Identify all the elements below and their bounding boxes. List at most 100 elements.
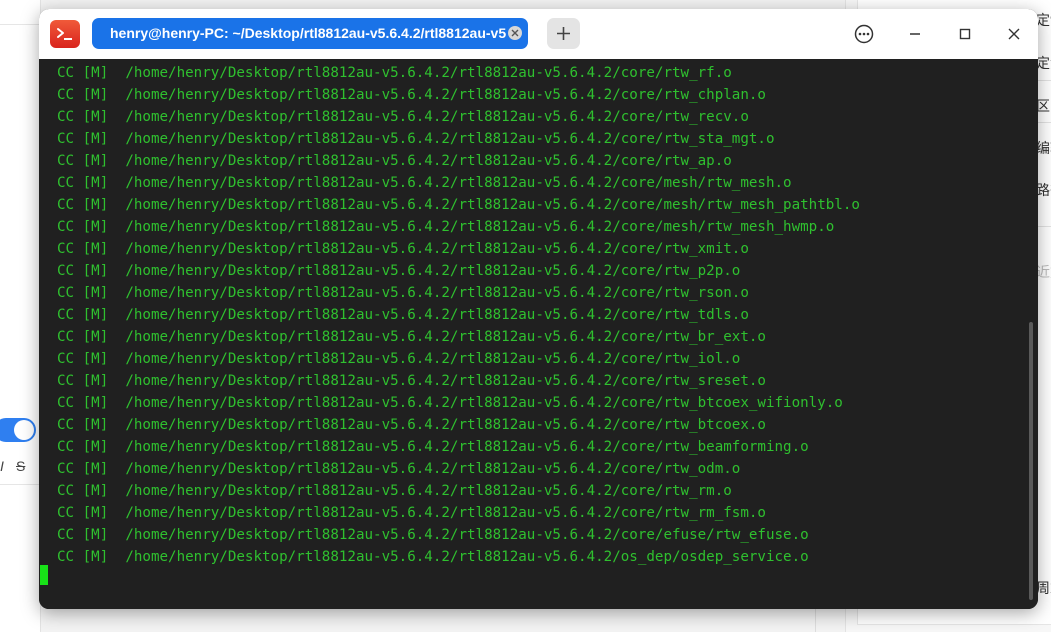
maximize-button[interactable] <box>953 22 977 46</box>
terminal-line: CC [M] /home/henry/Desktop/rtl8812au-v5.… <box>57 546 860 568</box>
compile-prefix: CC [M] <box>57 241 126 257</box>
terminal-line: CC [M] /home/henry/Desktop/rtl8812au-v5.… <box>57 458 860 480</box>
terminal-line: CC [M] /home/henry/Desktop/rtl8812au-v5.… <box>57 414 860 436</box>
object-path: /home/henry/Desktop/rtl8812au-v5.6.4.2/r… <box>125 65 732 81</box>
compile-prefix: CC [M] <box>57 153 126 169</box>
compile-prefix: CC [M] <box>57 527 126 543</box>
background-text: 编辑 <box>1036 141 1051 157</box>
terminal-line: CC [M] /home/henry/Desktop/rtl8812au-v5.… <box>57 348 860 370</box>
object-path: /home/henry/Desktop/rtl8812au-v5.6.4.2/r… <box>125 263 741 279</box>
object-path: /home/henry/Desktop/rtl8812au-v5.6.4.2/r… <box>125 241 749 257</box>
object-path: /home/henry/Desktop/rtl8812au-v5.6.4.2/r… <box>125 527 809 543</box>
object-path: /home/henry/Desktop/rtl8812au-v5.6.4.2/r… <box>125 175 792 191</box>
terminal-line: CC [M] /home/henry/Desktop/rtl8812au-v5.… <box>57 106 860 128</box>
terminal-line: CC [M] /home/henry/Desktop/rtl8812au-v5.… <box>57 128 860 150</box>
terminal-line: CC [M] /home/henry/Desktop/rtl8812au-v5.… <box>57 150 860 172</box>
maximize-icon <box>959 28 971 40</box>
text-cursor <box>40 565 48 585</box>
compile-prefix: CC [M] <box>57 395 126 411</box>
background-text: 近文 <box>1036 265 1051 281</box>
terminal-icon <box>50 20 80 48</box>
terminal-line: CC [M] /home/henry/Desktop/rtl8812au-v5.… <box>57 282 860 304</box>
close-icon <box>1008 28 1020 40</box>
plus-icon <box>557 27 570 40</box>
italic-icon[interactable]: I <box>0 458 4 474</box>
object-path: /home/henry/Desktop/rtl8812au-v5.6.4.2/r… <box>125 329 766 345</box>
compile-prefix: CC [M] <box>57 175 126 191</box>
object-path: /home/henry/Desktop/rtl8812au-v5.6.4.2/r… <box>125 197 860 213</box>
minimize-icon <box>910 33 920 35</box>
object-path: /home/henry/Desktop/rtl8812au-v5.6.4.2/r… <box>125 417 766 433</box>
compile-prefix: CC [M] <box>57 439 126 455</box>
background-text: 路径 <box>1036 183 1051 199</box>
close-tab-icon[interactable] <box>508 26 522 40</box>
background-left-panel <box>0 0 41 632</box>
object-path: /home/henry/Desktop/rtl8812au-v5.6.4.2/r… <box>125 439 809 455</box>
compile-prefix: CC [M] <box>57 329 126 345</box>
terminal-line: CC [M] /home/henry/Desktop/rtl8812au-v5.… <box>57 326 860 348</box>
terminal-line: CC [M] /home/henry/Desktop/rtl8812au-v5.… <box>57 480 860 502</box>
object-path: /home/henry/Desktop/rtl8812au-v5.6.4.2/r… <box>125 109 749 125</box>
object-path: /home/henry/Desktop/rtl8812au-v5.6.4.2/r… <box>125 153 732 169</box>
background-format-toolbar: I S <box>0 456 40 482</box>
terminal-line: CC [M] /home/henry/Desktop/rtl8812au-v5.… <box>57 238 860 260</box>
compile-prefix: CC [M] <box>57 549 126 565</box>
scrollbar[interactable] <box>1029 322 1033 600</box>
background-divider <box>0 24 40 25</box>
compile-prefix: CC [M] <box>57 307 126 323</box>
more-options-button[interactable] <box>852 22 876 46</box>
terminal-line: CC [M] /home/henry/Desktop/rtl8812au-v5.… <box>57 370 860 392</box>
object-path: /home/henry/Desktop/rtl8812au-v5.6.4.2/r… <box>125 307 749 323</box>
background-divider <box>0 484 40 485</box>
object-path: /home/henry/Desktop/rtl8812au-v5.6.4.2/r… <box>125 87 766 103</box>
compile-prefix: CC [M] <box>57 373 126 389</box>
toggle-knob <box>14 420 34 440</box>
terminal-line: CC [M] /home/henry/Desktop/rtl8812au-v5.… <box>57 436 860 458</box>
object-path: /home/henry/Desktop/rtl8812au-v5.6.4.2/r… <box>125 131 775 147</box>
terminal-line: CC [M] /home/henry/Desktop/rtl8812au-v5.… <box>57 216 860 238</box>
background-text: 周末 <box>1036 581 1051 597</box>
object-path: /home/henry/Desktop/rtl8812au-v5.6.4.2/r… <box>125 285 749 301</box>
terminal-line: CC [M] /home/henry/Desktop/rtl8812au-v5.… <box>57 304 860 326</box>
compile-prefix: CC [M] <box>57 351 126 367</box>
compile-prefix: CC [M] <box>57 219 126 235</box>
compile-prefix: CC [M] <box>57 417 126 433</box>
background-text: 区 <box>1036 99 1050 115</box>
background-text: 定制 <box>1036 13 1051 29</box>
compile-prefix: CC [M] <box>57 65 126 81</box>
compile-prefix: CC [M] <box>57 263 126 279</box>
more-icon <box>854 24 874 44</box>
object-path: /home/henry/Desktop/rtl8812au-v5.6.4.2/r… <box>125 505 766 521</box>
compile-prefix: CC [M] <box>57 461 126 477</box>
terminal-output[interactable]: CC [M] /home/henry/Desktop/rtl8812au-v5.… <box>39 59 1038 609</box>
background-text: 定添 <box>1036 56 1051 72</box>
object-path: /home/henry/Desktop/rtl8812au-v5.6.4.2/r… <box>125 483 732 499</box>
tab-terminal[interactable]: henry@henry-PC: ~/Desktop/rtl8812au-v5.6… <box>92 18 528 49</box>
object-path: /home/henry/Desktop/rtl8812au-v5.6.4.2/r… <box>125 373 766 389</box>
terminal-line: CC [M] /home/henry/Desktop/rtl8812au-v5.… <box>57 502 860 524</box>
object-path: /home/henry/Desktop/rtl8812au-v5.6.4.2/r… <box>125 549 809 565</box>
close-window-button[interactable] <box>1002 22 1026 46</box>
object-path: /home/henry/Desktop/rtl8812au-v5.6.4.2/r… <box>125 461 741 477</box>
new-tab-button[interactable] <box>547 18 580 49</box>
compile-prefix: CC [M] <box>57 505 126 521</box>
terminal-line: CC [M] /home/henry/Desktop/rtl8812au-v5.… <box>57 392 860 414</box>
terminal-line: CC [M] /home/henry/Desktop/rtl8812au-v5.… <box>57 260 860 282</box>
compile-prefix: CC [M] <box>57 285 126 301</box>
terminal-line: CC [M] /home/henry/Desktop/rtl8812au-v5.… <box>57 524 860 546</box>
title-bar[interactable]: henry@henry-PC: ~/Desktop/rtl8812au-v5.6… <box>39 9 1038 59</box>
terminal-line: CC [M] /home/henry/Desktop/rtl8812au-v5.… <box>57 62 860 84</box>
background-toggle-switch[interactable] <box>0 418 36 442</box>
object-path: /home/henry/Desktop/rtl8812au-v5.6.4.2/r… <box>125 351 741 367</box>
terminal-line: CC [M] /home/henry/Desktop/rtl8812au-v5.… <box>57 84 860 106</box>
compile-prefix: CC [M] <box>57 131 126 147</box>
terminal-line: CC [M] /home/henry/Desktop/rtl8812au-v5.… <box>57 194 860 216</box>
output-lines: CC [M] /home/henry/Desktop/rtl8812au-v5.… <box>57 62 860 568</box>
terminal-window: henry@henry-PC: ~/Desktop/rtl8812au-v5.6… <box>39 9 1038 609</box>
strikethrough-icon[interactable]: S <box>16 458 25 474</box>
minimize-button[interactable] <box>903 22 927 46</box>
compile-prefix: CC [M] <box>57 109 126 125</box>
compile-prefix: CC [M] <box>57 87 126 103</box>
compile-prefix: CC [M] <box>57 483 126 499</box>
terminal-line: CC [M] /home/henry/Desktop/rtl8812au-v5.… <box>57 172 860 194</box>
